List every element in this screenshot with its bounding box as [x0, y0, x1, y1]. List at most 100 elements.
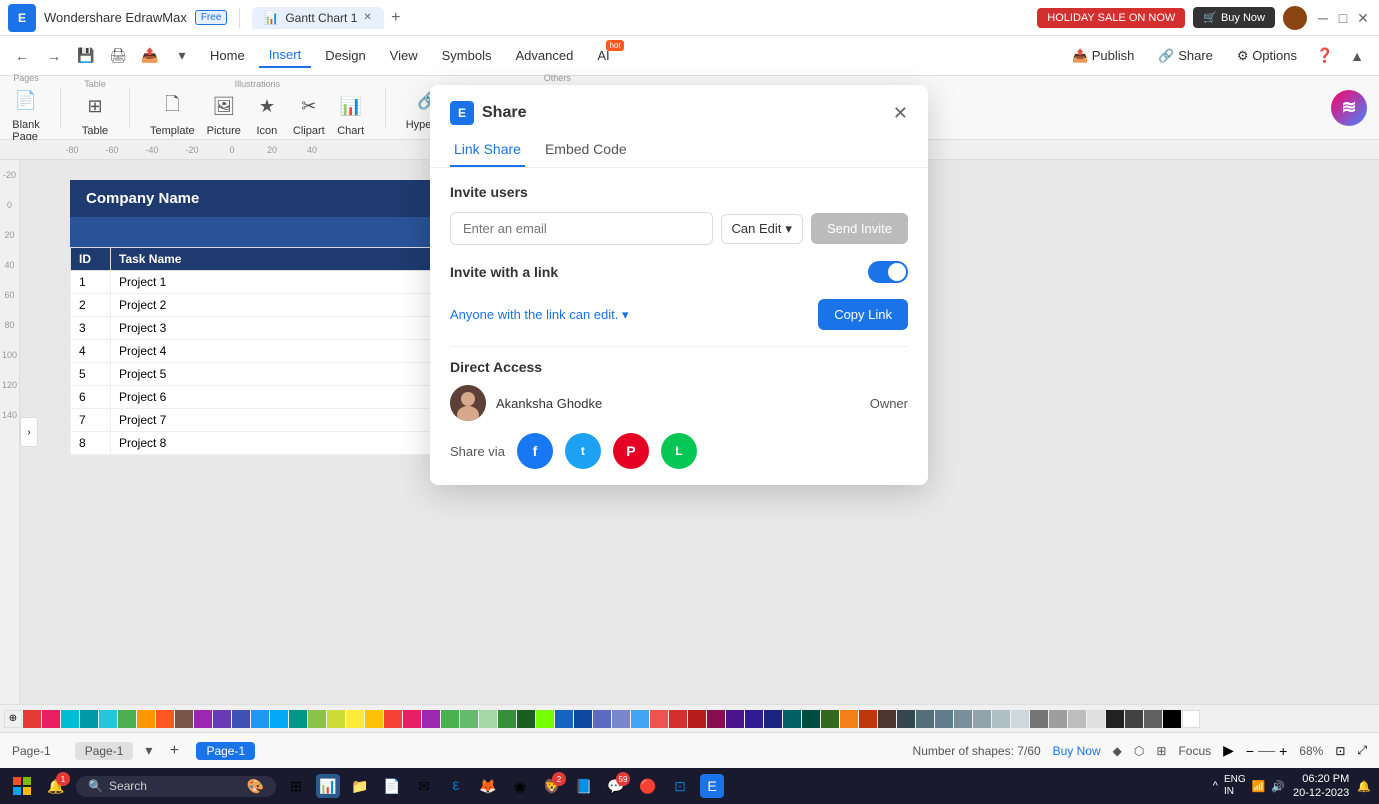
color-swatch-dark-green[interactable] — [498, 710, 516, 728]
color-swatch-light-blue2[interactable] — [270, 710, 288, 728]
color-dropper-btn[interactable]: ⊕ — [4, 710, 22, 728]
color-swatch-dark-red[interactable] — [669, 710, 687, 728]
taskbar-files-icon[interactable]: 📁 — [348, 774, 372, 798]
color-swatch-yellow[interactable] — [346, 710, 364, 728]
blank-page-btn[interactable]: 📄 BlankPage — [12, 87, 40, 143]
color-swatch-dark-grey[interactable] — [1125, 710, 1143, 728]
color-swatch-dark-brown[interactable] — [878, 710, 896, 728]
taskbar-mail-icon[interactable]: ✉ — [412, 774, 436, 798]
color-swatch-light-green[interactable] — [536, 710, 554, 728]
color-swatch-green3[interactable] — [460, 710, 478, 728]
save-btn[interactable]: 💾 — [72, 42, 100, 70]
color-swatch-white[interactable] — [1182, 710, 1200, 728]
buy-button[interactable]: 🛒 Buy Now — [1193, 7, 1275, 28]
color-swatch-green2[interactable] — [441, 710, 459, 728]
menu-symbols[interactable]: Symbols — [432, 44, 502, 67]
color-swatch-blue-grey7[interactable] — [1011, 710, 1029, 728]
color-swatch-green[interactable] — [118, 710, 136, 728]
clipart-btn[interactable]: ✂ Clipart — [293, 93, 325, 137]
taskbar-vscode-icon[interactable]: ⊡ — [668, 774, 692, 798]
color-swatch-blue-grey5[interactable] — [973, 710, 991, 728]
color-swatch-orange[interactable] — [137, 710, 155, 728]
export-btn[interactable]: 📤 — [136, 42, 164, 70]
color-swatch-darker-green[interactable] — [517, 710, 535, 728]
table-btn[interactable]: ⊞ Table — [81, 93, 109, 137]
add-page-btn[interactable]: + — [164, 741, 184, 761]
color-swatch-pink[interactable] — [42, 710, 60, 728]
collapse-ribbon-btn[interactable]: ▲ — [1343, 42, 1371, 70]
taskbar-chrome-icon[interactable]: ◉ — [508, 774, 532, 798]
play-btn[interactable]: ▶ — [1223, 742, 1234, 759]
page-tab[interactable]: Page-1 — [75, 742, 134, 760]
color-swatch-red2[interactable] — [384, 710, 402, 728]
twitter-share-btn[interactable]: t — [565, 433, 601, 469]
link-share-tab[interactable]: Link Share — [450, 133, 525, 167]
menu-design[interactable]: Design — [315, 44, 375, 67]
color-swatch-yellow-green[interactable] — [327, 710, 345, 728]
color-swatch-red[interactable] — [23, 710, 41, 728]
fullscreen-btn[interactable]: ⤢ — [1357, 743, 1367, 758]
color-swatch-amber[interactable] — [365, 710, 383, 728]
maximize-btn[interactable]: □ — [1335, 10, 1351, 26]
menu-view[interactable]: View — [380, 44, 428, 67]
color-swatch-dark-purple[interactable] — [726, 710, 744, 728]
color-swatch-grey3[interactable] — [1068, 710, 1086, 728]
publish-btn[interactable]: 📤 Publish — [1062, 44, 1144, 68]
color-swatch-dark-grey2[interactable] — [1144, 710, 1162, 728]
send-invite-btn[interactable]: Send Invite — [811, 213, 908, 244]
permission-select[interactable]: Can Edit ▾ — [721, 214, 803, 244]
chart-btn[interactable]: 📊 Chart — [337, 93, 365, 137]
copy-link-btn[interactable]: Copy Link — [818, 299, 908, 330]
menu-ai[interactable]: AI hot — [587, 44, 619, 67]
color-swatch-indigo[interactable] — [232, 710, 250, 728]
color-swatch-purple2[interactable] — [422, 710, 440, 728]
color-swatch-dark-lime[interactable] — [821, 710, 839, 728]
embed-code-tab[interactable]: Embed Code — [541, 133, 631, 167]
zoom-in-btn[interactable]: + — [1279, 743, 1287, 759]
color-swatch-blue-grey3[interactable] — [935, 710, 953, 728]
line-share-btn[interactable]: L — [661, 433, 697, 469]
active-page-tab[interactable]: Page-1 — [196, 742, 255, 760]
zoom-out-btn[interactable]: − — [1246, 743, 1254, 759]
taskbar-apps-btn[interactable]: ⊞ — [284, 774, 308, 798]
color-swatch-darker-blue[interactable] — [574, 710, 592, 728]
color-swatch-dark-teal[interactable] — [802, 710, 820, 728]
menu-home[interactable]: Home — [200, 44, 255, 67]
user-avatar[interactable] — [1283, 6, 1307, 30]
color-swatch-blue-grey2[interactable] — [916, 710, 934, 728]
promo-button[interactable]: HOLIDAY SALE ON NOW — [1037, 8, 1185, 28]
menu-insert[interactable]: Insert — [259, 43, 312, 68]
color-swatch-pink2[interactable] — [403, 710, 421, 728]
color-swatch-teal[interactable] — [80, 710, 98, 728]
color-swatch-darker-red[interactable] — [688, 710, 706, 728]
color-swatch-dark-purple2[interactable] — [745, 710, 763, 728]
fit-page-btn[interactable]: ⊡ — [1335, 744, 1345, 758]
color-swatch-deep-purple[interactable] — [213, 710, 231, 728]
color-swatch-dark-blue[interactable] — [555, 710, 573, 728]
color-swatch-light-blue[interactable] — [99, 710, 117, 728]
color-swatch-blue-grey[interactable] — [897, 710, 915, 728]
color-swatch-red3[interactable] — [650, 710, 668, 728]
share-menu-btn[interactable]: 🔗 Share — [1148, 44, 1223, 68]
page-dropdown-btn[interactable]: ▾ — [145, 742, 152, 759]
color-swatch-blue-grey4[interactable] — [954, 710, 972, 728]
color-swatch-grey2[interactable] — [1049, 710, 1067, 728]
close-btn[interactable]: ✕ — [1355, 10, 1371, 26]
taskbar-edge-icon[interactable]: ε — [444, 774, 468, 798]
template-btn[interactable]: 🗋 Template — [150, 93, 195, 137]
color-swatch-deep-orange[interactable] — [156, 710, 174, 728]
facebook-share-btn[interactable]: f — [517, 433, 553, 469]
color-swatch-blue3[interactable] — [612, 710, 630, 728]
icon-btn[interactable]: ★ Icon — [253, 93, 281, 137]
color-swatch-pure-black[interactable] — [1163, 710, 1181, 728]
taskbar-file2-icon[interactable]: 📄 — [380, 774, 404, 798]
color-swatch-green4[interactable] — [479, 710, 497, 728]
color-swatch-dark-yellow[interactable] — [840, 710, 858, 728]
color-swatch-teal2[interactable] — [289, 710, 307, 728]
options-btn[interactable]: ⚙ Options — [1227, 44, 1307, 68]
taskbar-search[interactable]: 🔍 Search 🎨 — [76, 776, 276, 797]
color-swatch-cyan[interactable] — [61, 710, 79, 728]
color-swatch-blue-grey6[interactable] — [992, 710, 1010, 728]
taskbar-photos-icon[interactable]: 🔴 — [636, 774, 660, 798]
color-swatch-blue[interactable] — [251, 710, 269, 728]
